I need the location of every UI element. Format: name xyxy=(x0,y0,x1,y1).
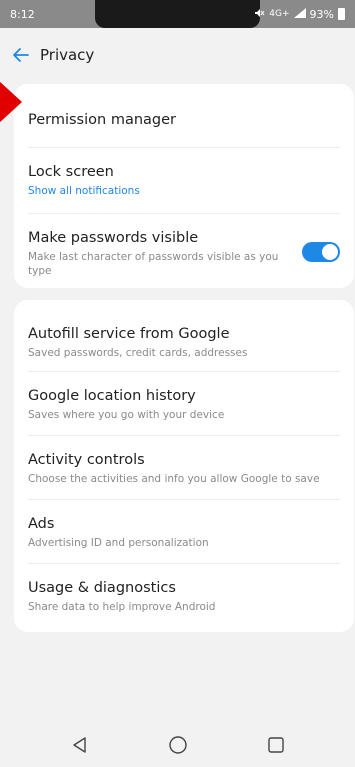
screen: 8:12 4G+ 93% Privacy Permission manager … xyxy=(0,0,355,767)
activity-controls-item[interactable]: Activity controls Choose the activities … xyxy=(28,436,340,500)
signal-icon xyxy=(293,7,306,21)
nav-recents-icon[interactable] xyxy=(266,735,286,755)
item-subtitle: Show all notifications xyxy=(28,185,140,197)
item-subtitle: Saved passwords, credit cards, addresses xyxy=(28,347,248,359)
autofill-service-item[interactable]: Autofill service from Google Saved passw… xyxy=(28,308,340,372)
location-history-item[interactable]: Google location history Saves where you … xyxy=(28,372,340,436)
item-title: Autofill service from Google xyxy=(28,326,230,342)
item-subtitle: Make last character of passwords visible… xyxy=(28,251,279,277)
nav-home-icon[interactable] xyxy=(168,735,188,755)
pointer-arrow-icon xyxy=(0,80,24,124)
nav-back-icon[interactable] xyxy=(70,735,90,755)
permission-manager-item[interactable]: Permission manager xyxy=(28,92,340,148)
lock-screen-item[interactable]: Lock screen Show all notifications xyxy=(28,148,340,214)
battery-percent: 93% xyxy=(309,7,334,21)
privacy-settings-card: Permission manager Lock screen Show all … xyxy=(14,84,354,288)
ads-item[interactable]: Ads Advertising ID and personalization xyxy=(28,500,340,564)
item-title: Ads xyxy=(28,516,55,532)
item-subtitle: Saves where you go with your device xyxy=(28,409,225,421)
item-title: Make passwords visible xyxy=(28,230,199,246)
navigation-bar xyxy=(0,722,355,767)
passwords-visible-toggle[interactable] xyxy=(302,242,340,262)
status-icons: 4G+ 93% xyxy=(254,7,345,21)
status-time: 8:12 xyxy=(10,7,35,21)
settings-page: Privacy Permission manager Lock screen S… xyxy=(6,28,355,767)
camera-cutout xyxy=(95,0,260,28)
page-title: Privacy xyxy=(40,46,95,64)
usage-diagnostics-item[interactable]: Usage & diagnostics Share data to help i… xyxy=(28,564,340,628)
item-title: Permission manager xyxy=(28,112,176,128)
network-type: 4G+ xyxy=(269,9,290,19)
battery-icon xyxy=(338,8,345,20)
item-subtitle: Choose the activities and info you allow… xyxy=(28,473,320,485)
item-title: Lock screen xyxy=(28,164,114,180)
back-arrow-icon[interactable] xyxy=(12,46,30,64)
mute-icon xyxy=(254,8,265,21)
item-subtitle: Advertising ID and personalization xyxy=(28,537,209,549)
status-bar: 8:12 4G+ 93% xyxy=(0,0,355,28)
item-title: Usage & diagnostics xyxy=(28,580,176,596)
make-passwords-visible-item[interactable]: Make passwords visible Make last charact… xyxy=(28,214,340,284)
google-settings-card: Autofill service from Google Saved passw… xyxy=(14,300,354,632)
app-header: Privacy xyxy=(12,40,94,70)
item-subtitle: Share data to help improve Android xyxy=(28,601,216,613)
item-title: Activity controls xyxy=(28,452,145,468)
item-title: Google location history xyxy=(28,388,196,404)
